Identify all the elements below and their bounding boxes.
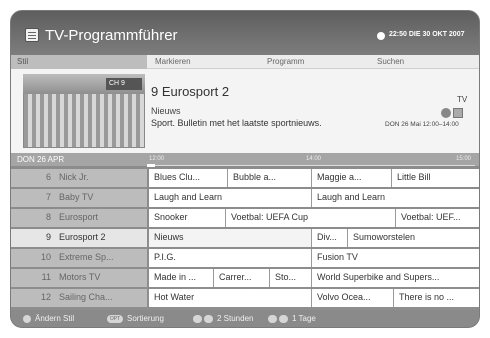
date-label: DON 26 APR (17, 155, 65, 164)
footer-bar: Ändern Stil OPT Sortierung 2 Stunden 1 T… (11, 310, 479, 327)
stil-label: Stil (17, 57, 29, 66)
time-bar: DON 26 APR 12:00 14:00 15:00 (11, 153, 479, 167)
program-cell[interactable]: Laugh and Learn (311, 189, 479, 207)
channel-row: 7 Baby TV Laugh and Learn Laugh and Lear… (11, 188, 479, 208)
page-title: TV-Programmführer (45, 27, 178, 44)
channel-cell[interactable]: 7 Baby TV (11, 189, 147, 207)
menu-markieren[interactable]: Markieren (155, 57, 191, 66)
channel-name: Sailing Cha... (59, 292, 113, 302)
program-cell[interactable]: Little Bill (391, 169, 479, 187)
channel-number: 7 (45, 192, 51, 202)
channel-number: 12 (40, 292, 51, 302)
program-cell[interactable]: World Superbike and Supers... (311, 269, 479, 287)
program-title: Nieuws (151, 106, 181, 116)
time-label: 14:00 (306, 156, 322, 162)
program-cell[interactable]: Made in ... (149, 269, 213, 287)
channel-name: Eurosport (59, 212, 99, 222)
program-cell[interactable]: Voetbal: UEF... (395, 209, 479, 227)
timeline (147, 165, 475, 166)
program-cell[interactable]: Carrer... (213, 269, 269, 287)
channel-row: 12 Sailing Cha... Hot Water Volvo Ocea..… (11, 288, 479, 308)
rewind-key-icon (193, 315, 202, 323)
program-cell[interactable]: There is no ... (393, 289, 479, 307)
channel-cell[interactable]: 8 Eurosport (11, 209, 147, 227)
program-cell[interactable]: Snooker (149, 209, 225, 227)
channel-number: 11 (41, 272, 51, 282)
guide-icon (25, 28, 39, 42)
menu-suchen[interactable]: Suchen (377, 57, 404, 66)
channel-name: Eurosport 2 (59, 232, 106, 242)
channel-row: 11 Motors TV Made in ... Carrer... Sto..… (11, 268, 479, 288)
program-cell[interactable]: Bubble a... (227, 169, 311, 187)
channel-cell[interactable]: 11 Motors TV (11, 269, 147, 287)
tv-label: TV (457, 95, 468, 104)
title-bar: TV-Programmführer 22:50 DIE 30 OKT 2007 (11, 11, 479, 55)
program-cell[interactable]: Div... (311, 229, 347, 247)
opt-key-icon: OPT (107, 315, 123, 323)
thumbnail-badge: CH 9 (106, 78, 142, 90)
time-progress (147, 164, 155, 167)
menu-bar: Markieren Programm Suchen (147, 55, 479, 69)
forward-key-icon (204, 315, 213, 323)
record-icon (441, 108, 451, 118)
time-label: 15:00 (456, 156, 472, 162)
channel-number: 9 (45, 232, 51, 242)
channel-name: Baby TV (59, 192, 94, 202)
clock-text: 22:50 DIE 30 OKT 2007 (389, 31, 465, 38)
channel-cell[interactable]: 10 Extreme Sp... (11, 249, 147, 267)
program-cell[interactable]: Sumoworstelen (347, 229, 479, 247)
channel-row: 10 Extreme Sp... P.I.G. Fusion TV (11, 248, 479, 268)
footer-1-tage: 1 Tage (292, 314, 316, 323)
program-cell[interactable]: Maggie a... (311, 169, 391, 187)
channel-cell-selected[interactable]: 9 Eurosport 2 (11, 229, 147, 247)
program-cell[interactable]: Fusion TV (311, 249, 479, 267)
menu-programm[interactable]: Programm (267, 57, 304, 66)
epg-screen: TV-Programmführer 22:50 DIE 30 OKT 2007 … (10, 10, 480, 328)
program-cell[interactable]: Sto... (269, 269, 311, 287)
program-cell[interactable]: P.I.G. (149, 249, 311, 267)
footer-andern-stil: Ändern Stil (35, 314, 75, 323)
channel-grid: 6 Nick Jr. Blues Clu... Bubble a... Magg… (11, 168, 479, 308)
skip-forward-key-icon (279, 315, 288, 323)
channel-name: Nick Jr. (59, 172, 89, 182)
stil-bar[interactable]: Stil (11, 55, 147, 69)
channel-row: 6 Nick Jr. Blues Clu... Bubble a... Magg… (11, 168, 479, 188)
channel-title: 9 Eurosport 2 (151, 84, 230, 99)
program-cell[interactable]: Hot Water (149, 289, 311, 307)
channel-name: Extreme Sp... (59, 252, 114, 262)
program-cell[interactable]: Blues Clu... (149, 169, 227, 187)
footer-2-stunden: 2 Stunden (217, 314, 254, 323)
program-cell-selected[interactable]: Nieuws (149, 229, 311, 247)
skip-back-key-icon (268, 315, 277, 323)
clock-icon (377, 32, 385, 40)
channel-number: 6 (45, 172, 51, 182)
program-cell[interactable]: Voetbal: UEFA Cup (225, 209, 395, 227)
color-key-icon (23, 315, 31, 323)
program-time: DON 26 Mai 12:00–14:00 (385, 121, 459, 128)
channel-row: 8 Eurosport Snooker Voetbal: UEFA Cup Vo… (11, 208, 479, 228)
footer-sortierung: Sortierung (127, 314, 164, 323)
program-cell[interactable]: Volvo Ocea... (311, 289, 393, 307)
time-label: 12:00 (149, 156, 165, 162)
channel-cell[interactable]: 12 Sailing Cha... (11, 289, 147, 307)
channel-number: 10 (40, 252, 51, 262)
program-cell[interactable]: Laugh and Learn (149, 189, 311, 207)
channel-name: Motors TV (59, 272, 101, 282)
channel-row: 9 Eurosport 2 Nieuws Div... Sumoworstele… (11, 228, 479, 248)
channel-cell[interactable]: 6 Nick Jr. (11, 169, 147, 187)
subtitle-icon (453, 108, 463, 118)
channel-number: 8 (45, 212, 51, 222)
program-description: Sport. Bulletin met het laatste sportnie… (151, 118, 322, 128)
